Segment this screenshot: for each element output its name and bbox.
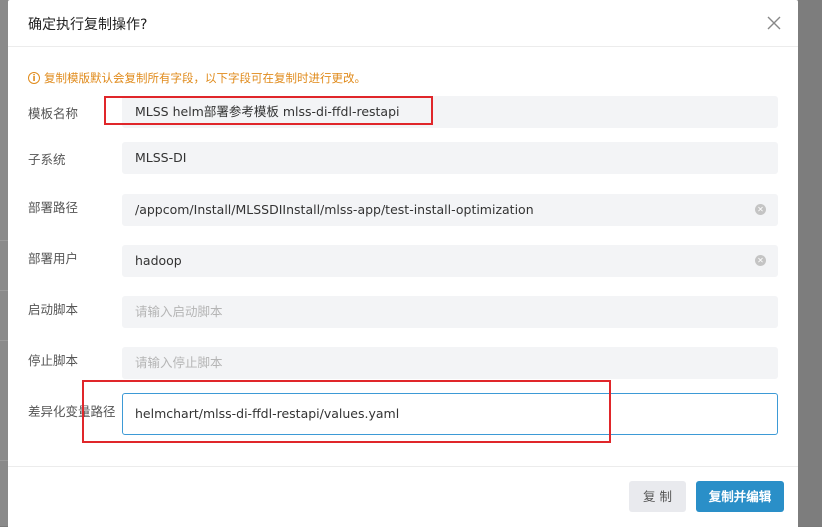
dialog-title: 确定执行复制操作? — [28, 17, 148, 33]
field-label: 停止脚本 — [28, 353, 79, 368]
copy-notice: i 复制模版默认会复制所有字段，以下字段可在复制时进行更改。 — [28, 70, 366, 86]
dialog-footer: 复 制 复制并编辑 — [8, 466, 798, 527]
field-stop-script: 停止脚本 请输入停止脚本 — [28, 347, 778, 379]
close-icon[interactable] — [764, 13, 784, 33]
background-scroll-area — [798, 0, 822, 526]
dialog-header: 确定执行复制操作? — [8, 0, 798, 47]
field-label: 部署用户 — [28, 251, 79, 266]
stop-script-input[interactable]: 请输入停止脚本 — [122, 347, 778, 379]
field-label: 部署路径 — [28, 200, 79, 215]
copy-and-edit-button[interactable]: 复制并编辑 — [696, 481, 784, 512]
field-subsystem: 子系统 MLSS-DI — [28, 142, 778, 174]
field-start-script: 启动脚本 请输入启动脚本 — [28, 296, 778, 328]
clear-icon[interactable]: ✕ — [755, 204, 766, 215]
field-deploy-user: 部署用户 hadoop ✕ — [28, 245, 778, 277]
field-label: 启动脚本 — [28, 302, 79, 317]
field-label: 模板名称 — [28, 106, 79, 121]
field-label: 子系统 — [28, 152, 66, 167]
subsystem-input[interactable]: MLSS-DI — [122, 142, 778, 174]
field-deploy-path: 部署路径 /appcom/Install/MLSSDIInstall/mlss-… — [28, 194, 778, 226]
copy-confirm-dialog: 确定执行复制操作? i 复制模版默认会复制所有字段，以下字段可在复制时进行更改。… — [8, 0, 798, 527]
deploy-user-value: hadoop — [135, 253, 182, 268]
deploy-user-input[interactable]: hadoop — [122, 245, 778, 277]
annotation-box — [82, 380, 611, 443]
notice-text: 复制模版默认会复制所有字段，以下字段可在复制时进行更改。 — [44, 71, 366, 85]
deploy-path-value: /appcom/Install/MLSSDIInstall/mlss-app/t… — [135, 202, 534, 217]
info-icon: i — [28, 72, 40, 84]
copy-button[interactable]: 复 制 — [629, 481, 686, 512]
annotation-box — [104, 96, 433, 125]
clear-icon[interactable]: ✕ — [755, 255, 766, 266]
deploy-path-input[interactable]: /appcom/Install/MLSSDIInstall/mlss-app/t… — [122, 194, 778, 226]
start-script-input[interactable]: 请输入启动脚本 — [122, 296, 778, 328]
